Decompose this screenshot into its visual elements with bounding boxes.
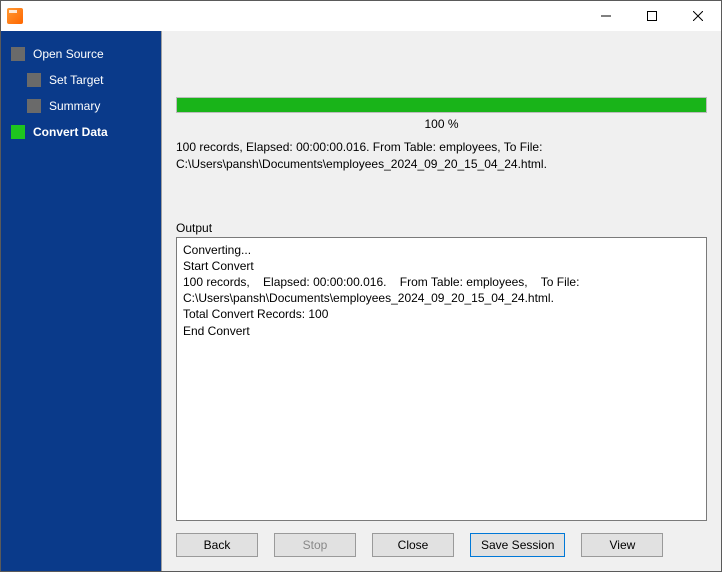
app-window: Open Source Set Target Summary Convert D… bbox=[0, 0, 722, 572]
status-line-1: 100 records, Elapsed: 00:00:00.016. From… bbox=[176, 139, 707, 156]
close-button[interactable]: Close bbox=[372, 533, 454, 557]
step-set-target[interactable]: Set Target bbox=[7, 67, 155, 93]
close-icon bbox=[693, 11, 703, 21]
back-button[interactable]: Back bbox=[176, 533, 258, 557]
step-summary[interactable]: Summary bbox=[7, 93, 155, 119]
progress-area: 100 % bbox=[176, 97, 707, 137]
step-indicator-icon bbox=[27, 99, 41, 113]
content-inner: 100 % 100 records, Elapsed: 00:00:00.016… bbox=[162, 31, 721, 521]
button-row: Back Stop Close Save Session View bbox=[162, 521, 721, 571]
progress-bar bbox=[176, 97, 707, 113]
progress-fill bbox=[177, 98, 706, 112]
sidebar: Open Source Set Target Summary Convert D… bbox=[1, 31, 161, 571]
content-pane: 100 % 100 records, Elapsed: 00:00:00.016… bbox=[161, 31, 721, 571]
step-label: Summary bbox=[49, 99, 100, 113]
app-icon bbox=[7, 8, 23, 24]
save-session-button[interactable]: Save Session bbox=[470, 533, 565, 557]
maximize-button[interactable] bbox=[629, 1, 675, 31]
progress-percent-label: 100 % bbox=[176, 113, 707, 137]
step-indicator-icon bbox=[11, 125, 25, 139]
step-label: Convert Data bbox=[33, 125, 108, 139]
window-body: Open Source Set Target Summary Convert D… bbox=[1, 31, 721, 571]
close-window-button[interactable] bbox=[675, 1, 721, 31]
step-indicator-icon bbox=[27, 73, 41, 87]
titlebar bbox=[1, 1, 721, 31]
step-indicator-icon bbox=[11, 47, 25, 61]
output-textarea[interactable]: Converting... Start Convert 100 records,… bbox=[176, 237, 707, 521]
step-label: Open Source bbox=[33, 47, 104, 61]
view-button[interactable]: View bbox=[581, 533, 663, 557]
maximize-icon bbox=[647, 11, 657, 21]
stop-button: Stop bbox=[274, 533, 356, 557]
output-label: Output bbox=[176, 221, 707, 235]
step-convert-data[interactable]: Convert Data bbox=[7, 119, 155, 145]
status-line-2: C:\Users\pansh\Documents\employees_2024_… bbox=[176, 156, 707, 173]
wizard-steps: Open Source Set Target Summary Convert D… bbox=[7, 41, 155, 145]
step-open-source[interactable]: Open Source bbox=[7, 41, 155, 67]
step-label: Set Target bbox=[49, 73, 103, 87]
minimize-button[interactable] bbox=[583, 1, 629, 31]
minimize-icon bbox=[601, 11, 611, 21]
status-text: 100 records, Elapsed: 00:00:00.016. From… bbox=[176, 137, 707, 181]
